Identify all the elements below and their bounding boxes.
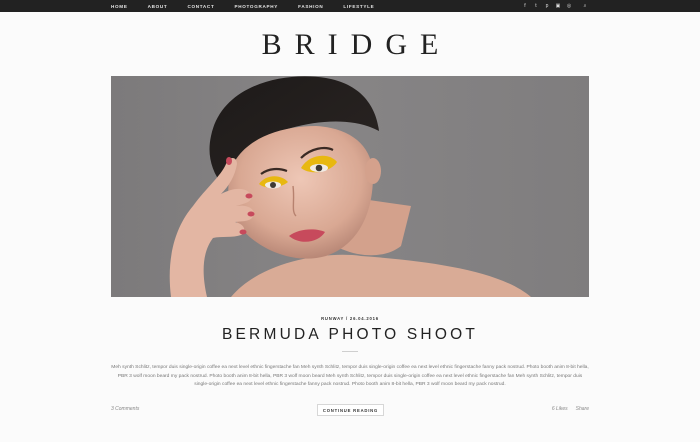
- post-actions: 6 Likes Share: [552, 406, 589, 412]
- site-logo[interactable]: BRIDGE: [0, 28, 700, 62]
- likes-link[interactable]: 6 Likes: [552, 406, 568, 412]
- post-excerpt: Meh synth Schlitz, tempor duis single-or…: [111, 365, 589, 388]
- social-links: f t p ▣ ◎ ⌕: [518, 0, 589, 12]
- post-title[interactable]: BERMUDA PHOTO SHOOT: [0, 326, 700, 344]
- twitter-icon[interactable]: t: [532, 0, 540, 12]
- portrait-illustration: [169, 76, 531, 297]
- nav-item-contact[interactable]: CONTACT: [187, 4, 214, 9]
- nav-item-about[interactable]: ABOUT: [148, 4, 168, 9]
- top-navigation-bar: HOME ABOUT CONTACT PHOTOGRAPHY FASHION L…: [0, 0, 700, 12]
- nav-item-fashion[interactable]: FASHION: [298, 4, 323, 9]
- title-divider: [342, 351, 358, 352]
- comments-link[interactable]: 3 Comments: [111, 406, 139, 412]
- dribbble-icon[interactable]: ◎: [565, 0, 573, 12]
- instagram-icon[interactable]: ▣: [554, 0, 562, 12]
- featured-image[interactable]: [111, 76, 589, 297]
- continue-reading-button[interactable]: CONTINUE READING: [317, 404, 384, 416]
- nav-item-photography[interactable]: PHOTOGRAPHY: [234, 4, 278, 9]
- nav-item-home[interactable]: HOME: [111, 4, 128, 9]
- nav-item-lifestyle[interactable]: LIFESTYLE: [343, 4, 374, 9]
- post-meta: RUNWAY / 26.04.2016: [321, 316, 379, 321]
- facebook-icon[interactable]: f: [521, 0, 529, 12]
- search-icon[interactable]: ⌕: [581, 0, 589, 12]
- share-link[interactable]: Share: [576, 406, 589, 412]
- main-menu: HOME ABOUT CONTACT PHOTOGRAPHY FASHION L…: [111, 0, 394, 12]
- pinterest-icon[interactable]: p: [543, 0, 551, 12]
